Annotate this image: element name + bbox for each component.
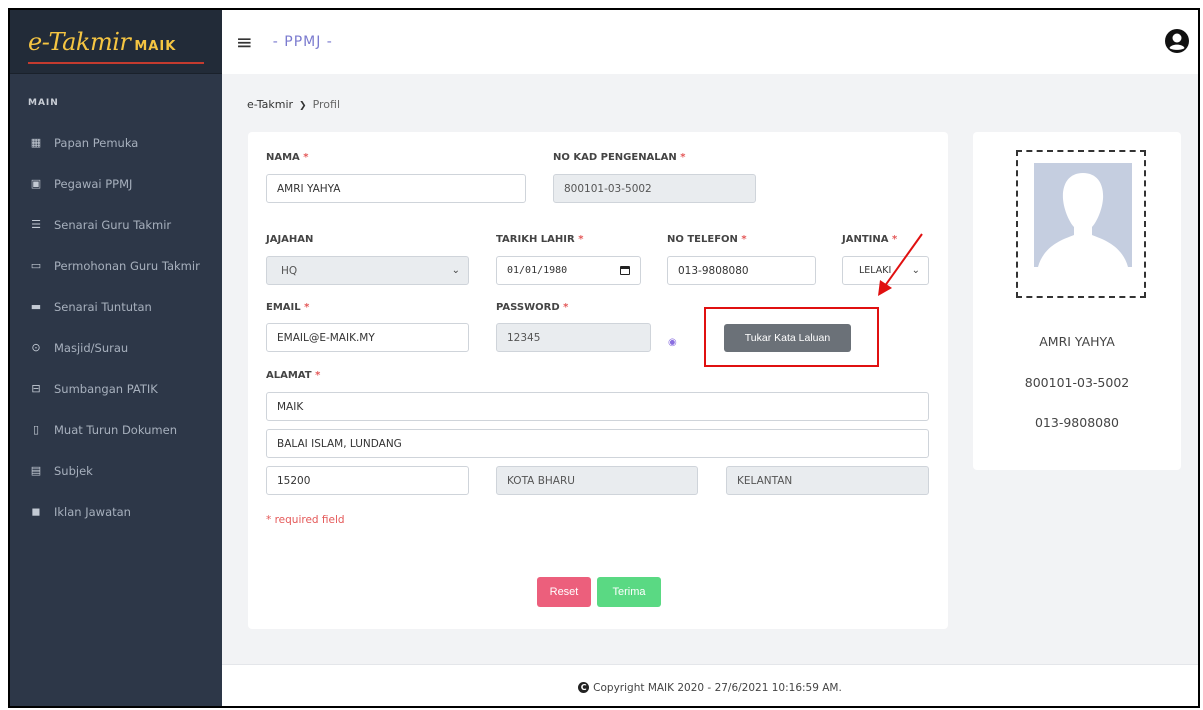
- change-password-button[interactable]: Tukar Kata Laluan: [724, 324, 851, 352]
- sidebar-item-permohonan-guru-takmir[interactable]: ▭ Permohonan Guru Takmir: [10, 245, 222, 286]
- accept-button[interactable]: Terima: [597, 577, 661, 607]
- reset-button[interactable]: Reset: [537, 577, 591, 607]
- sidebar-item-senarai-tuntutan[interactable]: ▬ Senarai Tuntutan: [10, 286, 222, 327]
- book-icon: ▤: [30, 464, 42, 477]
- telefon-label: NO TELEFON *: [667, 234, 747, 245]
- sidebar-item-papan-pemuka[interactable]: ▦ Papan Pemuka: [10, 122, 222, 163]
- ic-label: NO KAD PENGENALAN *: [553, 152, 686, 163]
- app-window: e-Takmir MAIK MAIN ▦ Papan Pemuka ▣ Pegaw…: [8, 8, 1200, 708]
- briefcase-icon: ◼: [31, 505, 41, 518]
- password-label: PASSWORD *: [496, 302, 569, 313]
- profile-ic: 800101-03-5002: [1024, 375, 1130, 390]
- sidebar-item-label: Sumbangan PATIK: [54, 381, 158, 396]
- sidebar-item-label: Subjek: [54, 463, 93, 478]
- sidebar-item-senarai-guru-takmir[interactable]: ☰ Senarai Guru Takmir: [10, 204, 222, 245]
- breadcrumb-current: Profil: [312, 98, 341, 111]
- breadcrumb: e-Takmir ❯ Profil: [247, 98, 340, 111]
- list-icon: ☰: [31, 218, 41, 231]
- profile-summary-card: AMRI YAHYA 800101-03-5002 013-9808080: [973, 132, 1181, 470]
- logo-main: e-Takmir: [28, 27, 131, 56]
- sidebar-item-label: Masjid/Surau: [54, 340, 129, 355]
- jajahan-select[interactable]: HQ ⌄: [266, 256, 469, 285]
- jajahan-label: JAJAHAN: [266, 234, 314, 245]
- app-logo[interactable]: e-Takmir MAIK: [28, 28, 176, 56]
- sidebar-item-iklan-jawatan[interactable]: ◼ Iklan Jawatan: [10, 491, 222, 532]
- sidebar-item-masjid-surau[interactable]: ⊙ Masjid/Surau: [10, 327, 222, 368]
- alamat-label: ALAMAT *: [266, 370, 321, 381]
- sidebar-item-label: Muat Turun Dokumen: [54, 422, 178, 437]
- telefon-input[interactable]: 013-9808080: [667, 256, 816, 285]
- required-field-note: * required field: [266, 514, 345, 526]
- hamburger-menu-icon[interactable]: ≡: [236, 30, 253, 54]
- sidebar-section-label: MAIN: [28, 98, 59, 108]
- sidebar-item-label: Pegawai PPMJ: [54, 176, 133, 191]
- copyright-icon: C: [578, 682, 590, 693]
- id-card-icon: ▣: [30, 177, 42, 190]
- avatar: [1034, 163, 1132, 267]
- profile-form-card: NAMA * AMRI YAHYA NO KAD PENGENALAN * 80…: [248, 132, 948, 629]
- footer: C Copyright MAIK 2020 - 27/6/2021 10:16:…: [222, 664, 1198, 706]
- alamat-line2-input[interactable]: BALAI ISLAM, LUNDANG: [266, 429, 929, 458]
- negeri-input[interactable]: KELANTAN: [726, 466, 929, 495]
- nama-label: NAMA *: [266, 152, 309, 163]
- sidebar-item-muat-turun-dokumen[interactable]: ▯ Muat Turun Dokumen: [10, 409, 222, 450]
- annotation-arrow-icon: [878, 233, 923, 296]
- alamat-line1-input[interactable]: MAIK: [266, 392, 929, 421]
- sidebar-item-label: Iklan Jawatan: [54, 504, 131, 519]
- tarikh-lahir-input[interactable]: 01/01/1980: [496, 256, 641, 285]
- sidebar-item-label: Senarai Tuntutan: [54, 299, 152, 314]
- folder-icon: ▬: [30, 300, 42, 313]
- sidebar-item-pegawai-ppmj[interactable]: ▣ Pegawai PPMJ: [10, 163, 222, 204]
- email-label: EMAIL *: [266, 302, 310, 313]
- dashboard-icon: ▦: [30, 136, 42, 149]
- poskod-input[interactable]: 15200: [266, 466, 469, 495]
- sidebar-item-sumbangan-patik[interactable]: ⊟ Sumbangan PATIK: [10, 368, 222, 409]
- user-account-icon[interactable]: [1164, 28, 1190, 54]
- bandar-input[interactable]: KOTA BHARU: [496, 466, 698, 495]
- page-header-title: - PPMJ -: [272, 34, 333, 50]
- logo-underline: [28, 62, 204, 64]
- profile-photo-frame[interactable]: [1016, 150, 1146, 298]
- sidebar-item-label: Senarai Guru Takmir: [54, 217, 172, 232]
- breadcrumb-root[interactable]: e-Takmir: [247, 98, 293, 111]
- document-icon: ▯: [32, 423, 40, 436]
- footer-text: Copyright MAIK 2020 - 27/6/2021 10:16:59…: [593, 681, 842, 694]
- chevron-down-icon: ⌄: [451, 265, 460, 276]
- nama-input[interactable]: AMRI YAHYA: [266, 174, 526, 203]
- map-pin-icon: ⊙: [31, 341, 41, 354]
- profile-name: AMRI YAHYA: [1039, 334, 1115, 349]
- breadcrumb-separator-icon: ❯: [299, 101, 307, 111]
- email-input[interactable]: EMAIL@E-MAIK.MY: [266, 323, 469, 352]
- logo-sub: MAIK: [134, 38, 177, 54]
- tarikh-lahir-label: TARIKH LAHIR *: [496, 234, 584, 245]
- sidebar: e-Takmir MAIK MAIN ▦ Papan Pemuka ▣ Pegaw…: [10, 10, 222, 706]
- ic-input[interactable]: 800101-03-5002: [553, 174, 756, 203]
- window-icon: ▭: [30, 259, 42, 272]
- sidebar-item-subjek[interactable]: ▤ Subjek: [10, 450, 222, 491]
- money-icon: ⊟: [31, 382, 41, 395]
- top-bar: ≡ - PPMJ -: [222, 10, 1198, 74]
- sidebar-item-label: Papan Pemuka: [54, 135, 139, 150]
- logo-box: e-Takmir MAIK: [10, 10, 222, 74]
- person-silhouette-icon: [1038, 173, 1128, 267]
- sidebar-item-label: Permohonan Guru Takmir: [54, 258, 200, 273]
- password-input[interactable]: 12345: [496, 323, 651, 352]
- show-password-eye-icon[interactable]: ◉: [668, 337, 677, 348]
- calendar-icon[interactable]: [620, 266, 630, 275]
- profile-phone: 013-9808080: [1034, 415, 1120, 430]
